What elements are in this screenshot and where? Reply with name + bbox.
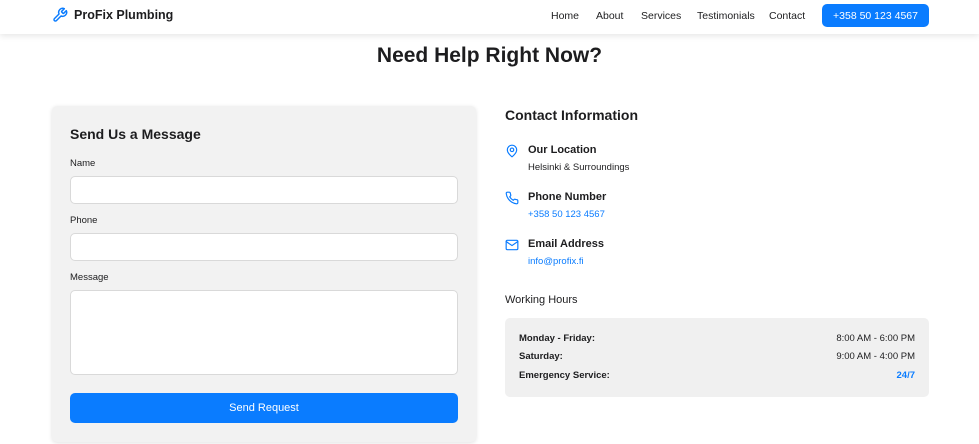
message-field[interactable] <box>70 290 458 375</box>
hours-day: Saturday: <box>519 351 563 362</box>
nav-contact[interactable]: Contact <box>769 10 805 22</box>
brand-name: ProFix Plumbing <box>74 8 174 22</box>
working-hours-title: Working Hours <box>505 294 578 306</box>
message-label: Message <box>70 272 109 283</box>
brand-logo[interactable]: ProFix Plumbing <box>52 7 173 23</box>
send-request-button[interactable]: Send Request <box>70 393 458 423</box>
hours-row: Monday - Friday: 8:00 AM - 6:00 PM <box>519 333 915 347</box>
hours-day: Monday - Friday: <box>519 333 596 344</box>
email-heading: Email Address <box>528 238 605 250</box>
location-heading: Our Location <box>528 144 597 156</box>
mail-icon <box>505 238 519 257</box>
phone-icon <box>505 191 519 210</box>
emergency-hours: 24/7 <box>896 370 916 381</box>
location-value: Helsinki & Surroundings <box>528 162 630 173</box>
page-title: Need Help Right Now? <box>376 44 603 67</box>
nav-home[interactable]: Home <box>551 10 579 22</box>
nav-testimonials[interactable]: Testimonials <box>697 10 755 22</box>
name-field[interactable] <box>70 176 458 204</box>
form-title: Send Us a Message <box>70 126 201 142</box>
working-hours-box: Monday - Friday: 8:00 AM - 6:00 PM Satur… <box>505 318 929 397</box>
hours-row: Saturday: 9:00 AM - 4:00 PM <box>519 351 915 365</box>
hours-time: 8:00 AM - 6:00 PM <box>836 333 915 344</box>
contact-info-title: Contact Information <box>505 107 638 123</box>
hours-row: Emergency Service: 24/7 <box>519 370 915 384</box>
phone-field[interactable] <box>70 233 458 261</box>
hours-day: Emergency Service: <box>519 370 610 381</box>
phone-link[interactable]: +358 50 123 4567 <box>528 209 605 220</box>
email-link[interactable]: info@profix.fi <box>528 256 584 267</box>
call-button[interactable]: +358 50 123 4567 <box>822 4 929 27</box>
wrench-icon <box>52 7 68 23</box>
nav-about[interactable]: About <box>596 10 623 22</box>
nav-services[interactable]: Services <box>641 10 681 22</box>
phone-label: Phone <box>70 215 98 226</box>
hours-time: 9:00 AM - 4:00 PM <box>836 351 915 362</box>
name-label: Name <box>70 158 96 169</box>
contact-form-card: Send Us a Message Name Phone Message Sen… <box>52 106 476 442</box>
map-pin-icon <box>505 144 519 163</box>
site-header: ProFix Plumbing Home About Services Test… <box>0 0 979 34</box>
phone-heading: Phone Number <box>528 191 607 203</box>
